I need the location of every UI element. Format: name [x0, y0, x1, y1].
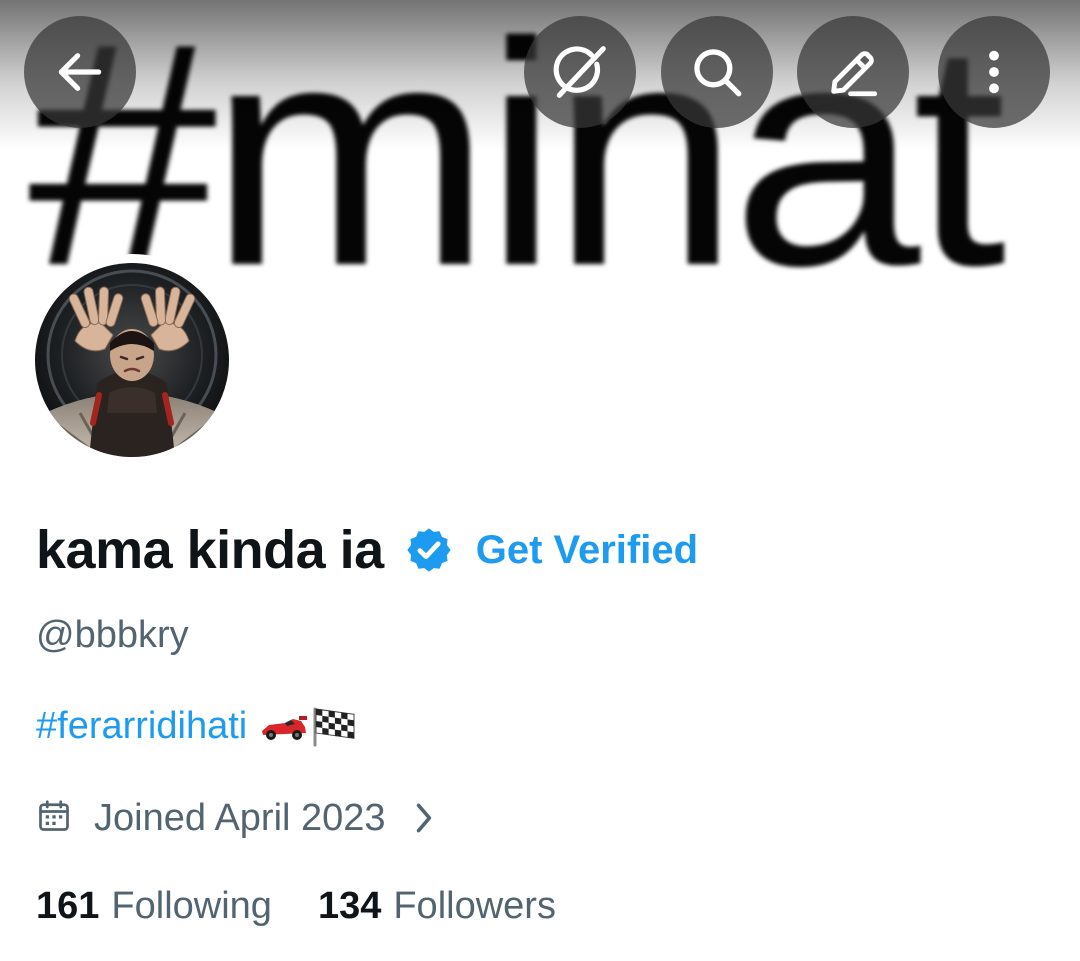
- followers-count: 134: [317, 884, 382, 927]
- bio-hashtag-link[interactable]: #ferarridihati: [36, 705, 247, 748]
- arrow-left-icon: [52, 44, 108, 100]
- verified-badge-icon[interactable]: [404, 525, 454, 575]
- search-icon: [688, 43, 746, 101]
- more-vertical-icon: [966, 44, 1022, 100]
- name-row: kama kinda ia Get Verified: [36, 512, 698, 588]
- joined-date-text: Joined April 2023: [94, 796, 386, 839]
- back-button[interactable]: [24, 16, 136, 128]
- checkered-flag-icon: [313, 707, 355, 747]
- profile-bio: #ferarridihati: [36, 700, 359, 752]
- followers-stat[interactable]: 134 Followers: [318, 885, 556, 928]
- joined-date-row[interactable]: Joined April 2023: [36, 790, 436, 846]
- racing-car-icon: [262, 716, 308, 740]
- profile-handle: @bbbkry: [36, 614, 189, 656]
- avatar[interactable]: [35, 263, 229, 457]
- avatar-ring: [26, 254, 238, 466]
- calendar-icon: [36, 797, 72, 840]
- follow-stats: 161 Following 134 Followers: [36, 880, 556, 932]
- display-name: kama kinda ia: [36, 520, 384, 580]
- get-verified-link[interactable]: Get Verified: [476, 528, 698, 573]
- bio-emojis: [259, 705, 359, 747]
- search-button[interactable]: [661, 16, 773, 128]
- followers-label: Followers: [393, 884, 556, 927]
- more-button[interactable]: [938, 16, 1050, 128]
- following-label: Following: [111, 884, 272, 927]
- following-count: 161: [36, 884, 100, 927]
- following-stat[interactable]: 161 Following: [36, 885, 272, 928]
- pencil-icon: [824, 43, 882, 101]
- grok-button[interactable]: [524, 16, 636, 128]
- chevron-right-icon: [412, 800, 436, 836]
- edit-button[interactable]: [797, 16, 909, 128]
- grok-icon: [549, 41, 611, 103]
